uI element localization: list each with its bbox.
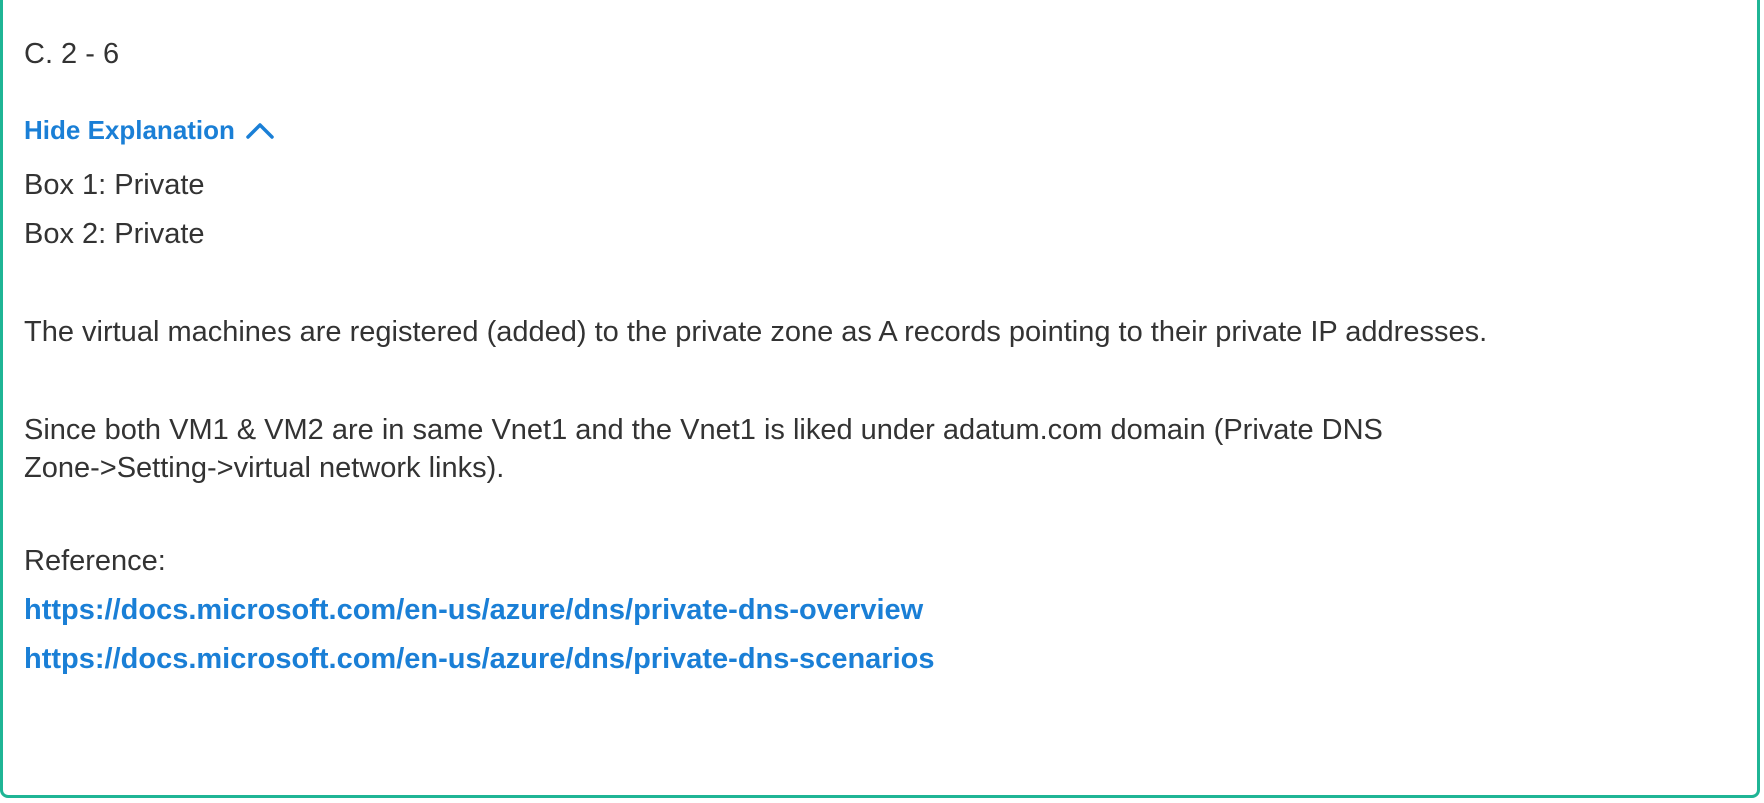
reference-label: Reference:	[24, 545, 166, 577]
box2-answer: Box 2: Private	[24, 218, 205, 250]
box1-answer: Box 1: Private	[24, 169, 205, 201]
reference-link-overview[interactable]: https://docs.microsoft.com/en-us/azure/d…	[24, 591, 923, 629]
explanation-paragraph: The virtual machines are registered (add…	[24, 316, 1488, 348]
reference-link-scenarios[interactable]: https://docs.microsoft.com/en-us/azure/d…	[24, 640, 934, 678]
explanation-paragraph: Since both VM1 & VM2 are in same Vnet1 a…	[24, 414, 1383, 484]
hide-explanation-label: Hide Explanation	[24, 115, 235, 145]
answer-option: C. 2 - 6	[24, 38, 120, 70]
hide-explanation-button[interactable]: Hide Explanation	[24, 112, 275, 148]
chevron-up-icon	[246, 123, 274, 139]
